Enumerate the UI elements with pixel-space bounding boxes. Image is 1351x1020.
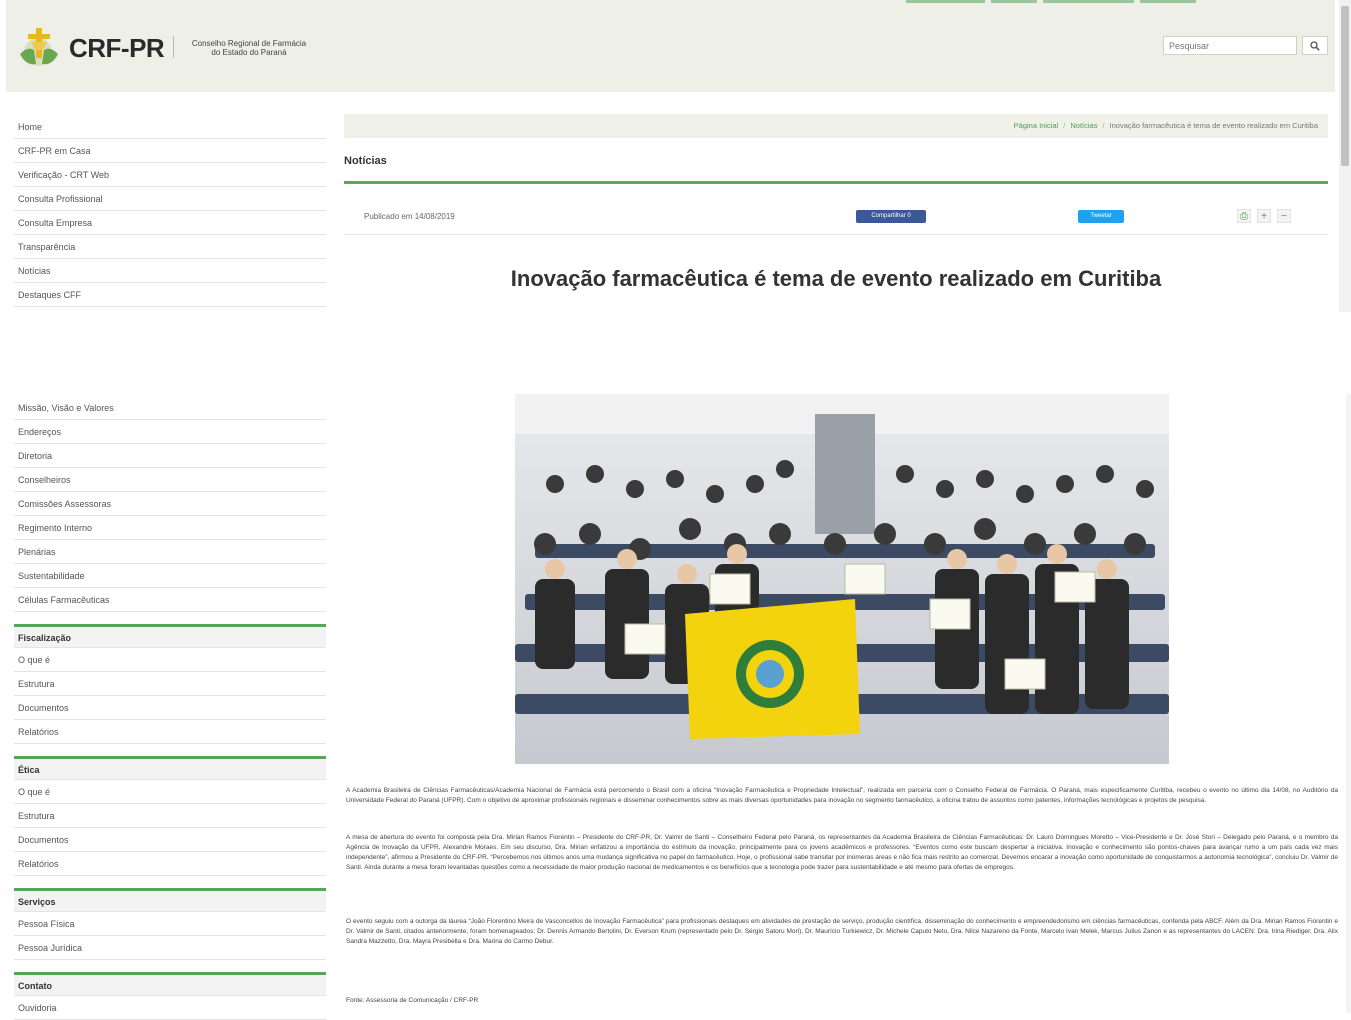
sidebar-item-verificacao-crt[interactable]: Verificação - CRT Web [14,163,326,187]
scrollbar-thumb[interactable] [1341,6,1349,166]
article-source: Fonte: Assessoria de Comunicação / CRF-P… [346,997,479,1004]
page-scrollbar[interactable] [1339,0,1351,312]
site-header: CRF-PR Conselho Regional de Farmácia do … [6,0,1335,92]
sidebar-item-diretoria[interactable]: Diretoria [14,444,326,468]
sidebar-item-consulta-empresa[interactable]: Consulta Empresa [14,211,326,235]
sidebar-item-etica-relatorios[interactable]: Relatórios [14,852,326,876]
sidebar-item-etica-documentos[interactable]: Documentos [14,828,326,852]
sidebar-item-home[interactable]: Home [14,115,326,139]
sidebar-item-conselheiros[interactable]: Conselheiros [14,468,326,492]
section-divider [344,181,1328,184]
zoom-in-icon[interactable]: + [1257,209,1271,223]
sidebar-item-pessoa-fisica[interactable]: Pessoa Física [14,912,326,936]
sidebar-item-enderecos[interactable]: Endereços [14,420,326,444]
sidebar-institutional-menu: Missão, Visão e Valores Endereços Direto… [14,396,326,1020]
event-group-photo [515,394,1169,764]
sidebar-item-ouvidoria[interactable]: Ouvidoria [14,996,326,1020]
page-section-title: Notícias [344,155,387,167]
breadcrumb: Página Inicial / Notícias / Inovação farmacê… [344,114,1328,138]
sidebar-item-destaques-cff[interactable]: Destaques CFF [14,283,326,307]
sidebar-item-plenarias[interactable]: Plenárias [14,540,326,564]
brand-subtitle-line1: Conselho Regional de Farmácia [191,39,307,48]
search-icon [1310,40,1320,51]
sidebar-section-contato: Contato [14,972,326,996]
top-utility-links [906,0,1197,3]
sidebar-item-transparencia[interactable]: Transparência [14,235,326,259]
breadcrumb-separator: / [1102,121,1105,130]
sidebar-item-fiscalizacao-documentos[interactable]: Documentos [14,696,326,720]
crf-logo-icon[interactable] [14,24,66,68]
sidebar-item-comissoes[interactable]: Comissões Assessoras [14,492,326,516]
brand-divider [173,36,174,58]
sidebar-item-regimento[interactable]: Regimento Interno [14,516,326,540]
brand-name[interactable]: CRF-PR [69,33,165,64]
twitter-tweet-button[interactable]: Tweetar [1078,210,1124,223]
facebook-share-button[interactable]: Compartilhar 0 [856,210,926,223]
sidebar-item-sustentabilidade[interactable]: Sustentabilidade [14,564,326,588]
brand-subtitle: Conselho Regional de Farmácia do Estado … [178,39,320,57]
brand-subtitle-line2: do Estado do Paraná [211,48,287,57]
breadcrumb-noticias-link[interactable]: Notícias [1070,121,1097,130]
sidebar-item-etica-estrutura[interactable]: Estrutura [14,804,326,828]
print-icon[interactable]: ⎙ [1237,209,1251,223]
sidebar-item-missao[interactable]: Missão, Visão e Valores [14,396,326,420]
article-paragraph-1: A Academia Brasileira de Ciências Farmac… [346,787,1338,804]
sidebar-item-etica-o-que-e[interactable]: O que é [14,780,326,804]
sidebar-item-celulas[interactable]: Células Farmacêuticas [14,588,326,612]
search-input[interactable] [1163,36,1297,55]
sidebar-item-noticias[interactable]: Notícias [14,259,326,283]
breadcrumb-current: Inovação farmacêutica é tema de evento r… [1109,121,1318,130]
breadcrumb-separator: / [1063,121,1066,130]
breadcrumb-home-link[interactable]: Página Inicial [1014,121,1059,130]
article-meta-bar: Publicado em 14/08/2019 Compartilhar 0 T… [344,200,1328,235]
article-headline: Inovação farmacêutica é tema de evento r… [510,266,1162,291]
sidebar-item-fiscalizacao-estrutura[interactable]: Estrutura [14,672,326,696]
sidebar-section-etica: Ética [14,756,326,780]
right-margin-strip [1346,394,1351,1013]
article-paragraph-2: A mesa de abertura do evento foi compost… [346,834,1338,871]
zoom-out-icon[interactable]: − [1277,209,1291,223]
sidebar-item-pessoa-juridica[interactable]: Pessoa Jurídica [14,936,326,960]
article-paragraph-3: O evento seguiu com a outorga da láurea … [346,918,1338,945]
sidebar-item-fiscalizacao-relatorios[interactable]: Relatórios [14,720,326,744]
sidebar-section-fiscalizacao: Fiscalização [14,624,326,648]
sidebar-item-consulta-profissional[interactable]: Consulta Profissional [14,187,326,211]
sidebar-main-menu: Home CRF-PR em Casa Verificação - CRT We… [14,115,326,307]
sidebar-item-fiscalizacao-o-que-e[interactable]: O que é [14,648,326,672]
search-button[interactable] [1302,36,1328,55]
sidebar-item-crf-em-casa[interactable]: CRF-PR em Casa [14,139,326,163]
sidebar-section-servicos: Serviços [14,888,326,912]
publish-date: Publicado em 14/08/2019 [364,212,455,221]
article-tools: ⎙ + − [1237,209,1291,223]
